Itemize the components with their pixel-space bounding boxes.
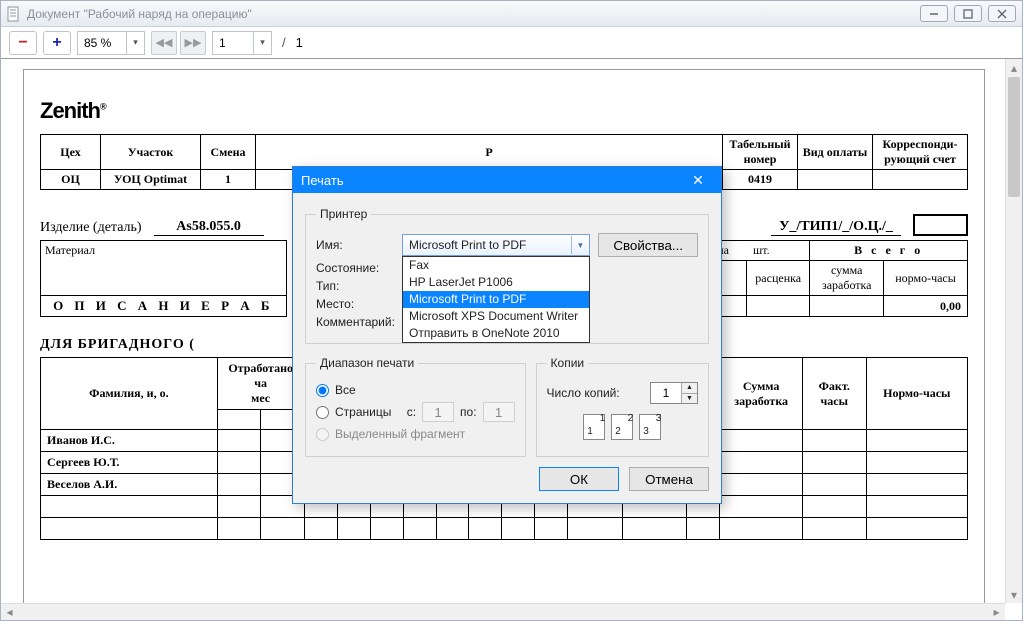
copies-group: Копии Число копий: ▲▼ 11 22 33 <box>536 356 709 457</box>
printer-option[interactable]: HP LaserJet P1006 <box>403 274 589 291</box>
page-combo[interactable]: ▾ <box>212 31 272 55</box>
range-to-input[interactable] <box>483 402 515 422</box>
document-icon <box>7 6 21 22</box>
prev-page-button[interactable]: ◀◀ <box>151 31 177 55</box>
print-dialog: Печать ✕ Принтер Имя: Microsoft Print to… <box>292 166 722 504</box>
printer-option[interactable]: Fax <box>403 257 589 274</box>
page-input[interactable] <box>213 32 253 54</box>
scroll-up-icon[interactable]: ▴ <box>1006 59 1022 76</box>
range-pages-radio[interactable] <box>316 406 329 419</box>
vertical-scrollbar[interactable]: ▴ ▾ <box>1005 59 1022 603</box>
scroll-right-icon[interactable]: ▸ <box>988 604 1005 620</box>
page-total: 1 <box>296 35 303 50</box>
range-selection-radio <box>316 428 329 441</box>
chevron-down-icon: ▾ <box>571 236 588 254</box>
logo: Zenith® <box>40 98 968 124</box>
window-controls <box>920 5 1016 22</box>
dialog-titlebar: Печать ✕ <box>293 167 721 193</box>
dialog-title: Печать <box>301 173 683 188</box>
range-from-input[interactable] <box>422 402 454 422</box>
collate-icon: 11 22 33 <box>547 414 698 440</box>
page-dropdown-icon[interactable]: ▾ <box>253 32 271 54</box>
printer-select[interactable]: Microsoft Print to PDF ▾ <box>402 234 590 256</box>
scroll-left-icon[interactable]: ◂ <box>1 604 18 620</box>
comment-label: Комментарий: <box>316 315 406 329</box>
state-label: Состояние: <box>316 261 394 275</box>
dialog-close-button[interactable]: ✕ <box>683 170 713 190</box>
zoom-out-button[interactable]: − <box>9 31 37 55</box>
type-label: Тип: <box>316 279 394 293</box>
zoom-in-button[interactable]: + <box>43 31 71 55</box>
toolbar: − + ▾ ◀◀ ▶▶ ▾ / 1 <box>1 27 1022 59</box>
maximize-button[interactable] <box>954 5 982 22</box>
place-label: Место: <box>316 297 394 311</box>
zoom-input[interactable] <box>78 32 126 54</box>
scroll-thumb[interactable] <box>1008 77 1020 197</box>
page-sep: / <box>282 35 286 50</box>
minimize-button[interactable] <box>920 5 948 22</box>
printer-option[interactable]: Отправить в OneNote 2010 <box>403 325 589 342</box>
zoom-combo[interactable]: ▾ <box>77 31 145 55</box>
copies-spinner[interactable]: ▲▼ <box>650 382 698 404</box>
printer-group: Принтер Имя: Microsoft Print to PDF ▾ Fa… <box>305 207 709 344</box>
horizontal-scrollbar[interactable]: ◂ ▸ <box>1 603 1005 620</box>
name-label: Имя: <box>316 238 394 252</box>
window-title: Документ "Рабочий наряд на операцию" <box>27 7 920 21</box>
printer-dropdown: Fax HP LaserJet P1006 Microsoft Print to… <box>402 256 590 343</box>
close-button[interactable] <box>988 5 1016 22</box>
spin-down-icon[interactable]: ▼ <box>681 394 697 404</box>
spin-up-icon[interactable]: ▲ <box>681 383 697 394</box>
scroll-down-icon[interactable]: ▾ <box>1006 586 1022 603</box>
printer-option[interactable]: Microsoft Print to PDF <box>403 291 589 308</box>
copies-input[interactable] <box>651 383 681 403</box>
next-page-button[interactable]: ▶▶ <box>180 31 206 55</box>
copies-label: Число копий: <box>547 386 620 400</box>
printer-option[interactable]: Microsoft XPS Document Writer <box>403 308 589 325</box>
table-row <box>41 518 968 540</box>
properties-button[interactable]: Свойства... <box>598 233 698 257</box>
range-pages-label: Страницы <box>335 405 391 419</box>
zoom-dropdown-icon[interactable]: ▾ <box>126 32 144 54</box>
ok-button[interactable]: ОК <box>539 467 619 491</box>
range-group: Диапазон печати Все Страницы с: по: Выде… <box>305 356 526 457</box>
range-all-label: Все <box>335 383 356 397</box>
titlebar: Документ "Рабочий наряд на операцию" <box>1 1 1022 27</box>
range-selection-label: Выделенный фрагмент <box>335 427 465 441</box>
cancel-button[interactable]: Отмена <box>629 467 709 491</box>
range-all-radio[interactable] <box>316 384 329 397</box>
